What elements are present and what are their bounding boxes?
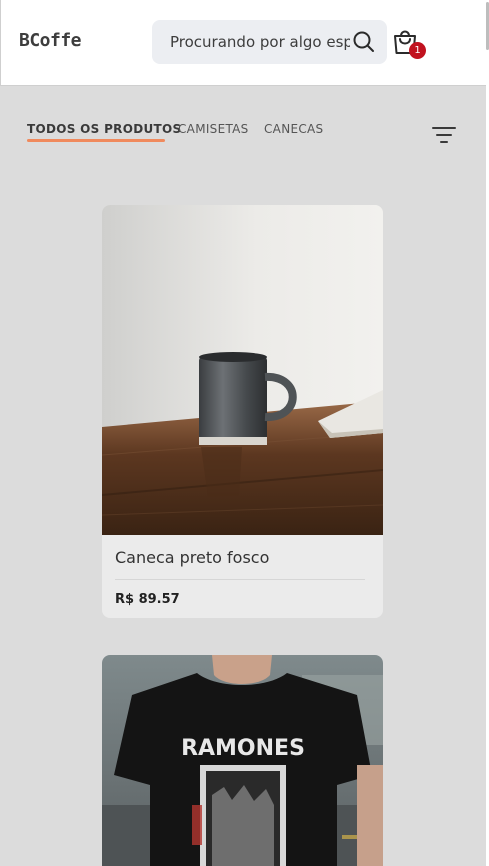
brand-logo[interactable]: BCoffe bbox=[19, 30, 82, 51]
product-name: Caneca preto fosco bbox=[115, 548, 270, 567]
search-bar bbox=[152, 20, 387, 64]
product-price: R$ 89.57 bbox=[115, 592, 180, 607]
product-image-tshirt: RAMONES bbox=[102, 655, 383, 866]
filter-lines-icon bbox=[432, 127, 456, 143]
tab-all-products[interactable]: TODOS OS PRODUTOS bbox=[27, 122, 181, 136]
search-icon bbox=[353, 31, 374, 52]
product-image-mug bbox=[102, 205, 383, 535]
tshirt-print-text: RAMONES bbox=[181, 736, 305, 761]
product-card[interactable]: Caneca preto fosco R$ 89.57 bbox=[102, 205, 383, 618]
product-card[interactable]: RAMONES bbox=[102, 655, 383, 866]
filter-button[interactable] bbox=[430, 124, 458, 146]
product-divider bbox=[115, 579, 365, 580]
tab-mugs[interactable]: CANECAS bbox=[264, 122, 323, 136]
search-button[interactable] bbox=[350, 28, 378, 56]
cart-button[interactable]: 1 bbox=[391, 28, 429, 62]
search-input[interactable] bbox=[170, 32, 350, 52]
top-header: BCoffe 1 bbox=[0, 0, 486, 86]
tab-shirts[interactable]: CAMISETAS bbox=[178, 122, 249, 136]
cart-count-badge: 1 bbox=[409, 42, 426, 59]
active-tab-indicator bbox=[27, 139, 165, 142]
